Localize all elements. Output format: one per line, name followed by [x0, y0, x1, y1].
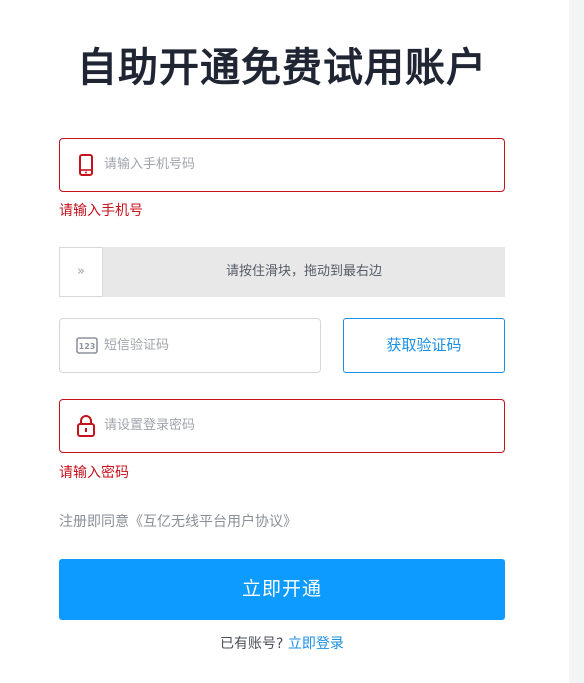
svg-text:123: 123: [79, 342, 96, 351]
password-error-message: 请输入密码: [59, 465, 129, 481]
sms-code-placeholder: 短信验证码: [104, 338, 170, 353]
submit-button[interactable]: 立即开通: [59, 559, 505, 620]
agreement-link[interactable]: 注册即同意《互亿无线平台用户协议》: [59, 512, 297, 532]
sms-code-field[interactable]: 123 短信验证码: [59, 318, 321, 373]
password-placeholder: 请设置登录密码: [104, 418, 196, 433]
page-title: 自助开通免费试用账户: [77, 45, 487, 91]
slider-captcha: » 请按住滑块，拖动到最右边: [59, 247, 505, 297]
lock-icon: [76, 415, 96, 437]
slider-instruction: 请按住滑块，拖动到最右边: [225, 264, 382, 279]
login-link[interactable]: 立即登录: [288, 636, 344, 652]
slider-handle[interactable]: »: [59, 247, 103, 297]
mobile-phone-icon: [76, 154, 96, 176]
get-code-button[interactable]: 获取验证码: [343, 318, 505, 373]
phone-placeholder: 请输入手机号码: [104, 157, 196, 172]
login-row: 已有账号? 立即登录: [0, 634, 564, 654]
registration-panel: 自助开通免费试用账户 请输入手机号码 请输入手机号 » 请按住滑块，拖动到最右边…: [0, 0, 569, 683]
password-field[interactable]: 请设置登录密码: [59, 399, 505, 453]
login-prompt: 已有账号?: [220, 636, 284, 652]
phone-error-message: 请输入手机号: [59, 203, 143, 219]
sms-code-icon: 123: [76, 337, 98, 354]
phone-field[interactable]: 请输入手机号码: [59, 138, 505, 192]
